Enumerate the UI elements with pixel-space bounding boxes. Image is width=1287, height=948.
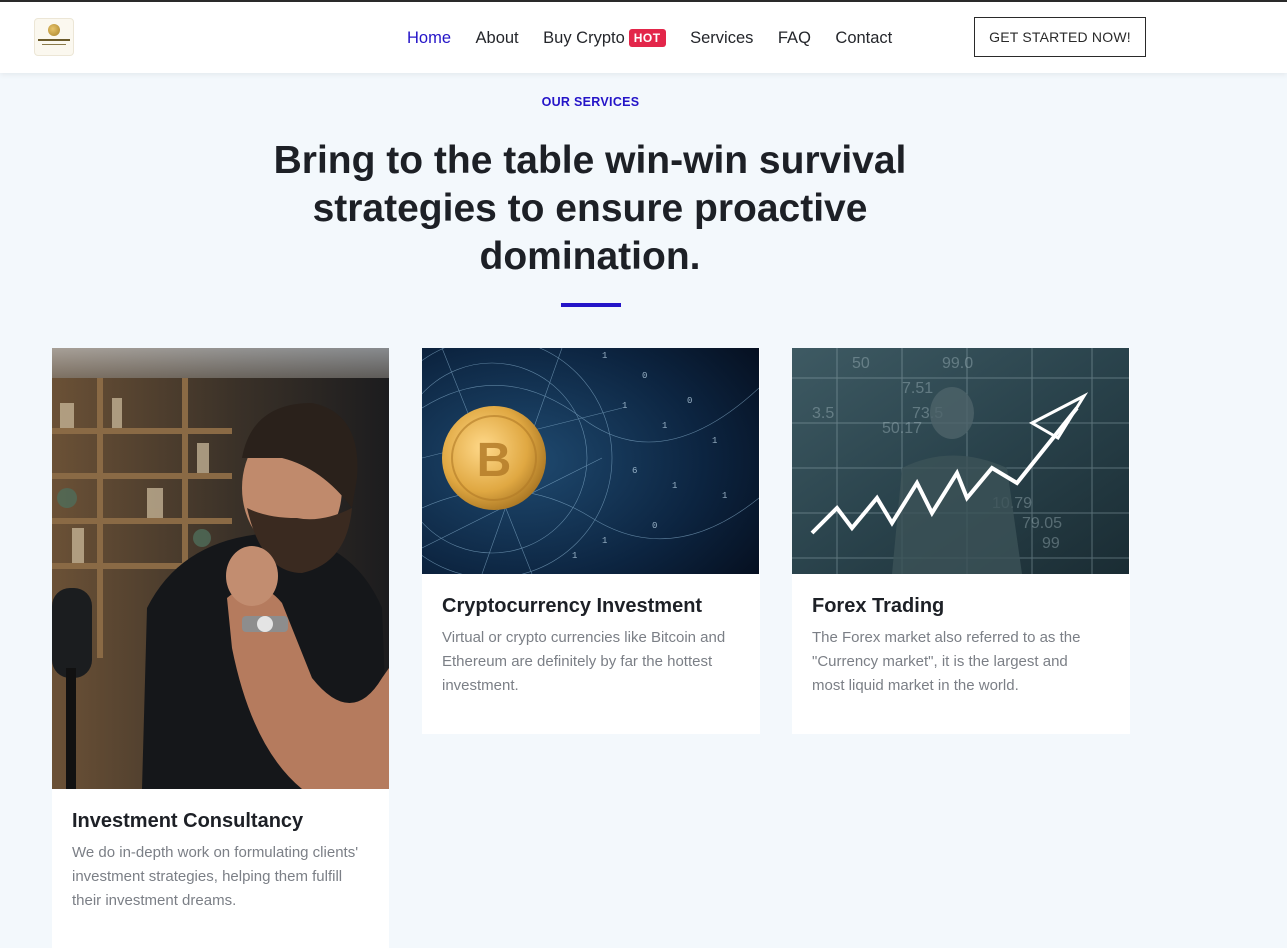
svg-text:1: 1 <box>602 351 607 361</box>
service-description: Virtual or crypto currencies like Bitcoi… <box>442 629 726 694</box>
svg-text:1: 1 <box>602 536 607 546</box>
svg-text:0: 0 <box>687 396 692 406</box>
nav-buy-crypto[interactable]: Buy Crypto HOT <box>543 29 666 48</box>
nav-services[interactable]: Services <box>690 29 753 48</box>
svg-text:1: 1 <box>712 436 717 446</box>
service-image-man <box>52 348 389 789</box>
service-description: The Forex market also referred to as the… <box>812 629 1081 694</box>
svg-text:99.0: 99.0 <box>942 355 973 372</box>
main-nav: Home About Buy Crypto HOT Services FAQ Co… <box>407 26 917 50</box>
svg-text:0: 0 <box>652 521 657 531</box>
logo-coin-icon <box>48 24 60 36</box>
site-header: Home About Buy Crypto HOT Services FAQ Co… <box>0 2 1287 73</box>
section-eyebrow: OUR SERVICES <box>541 95 640 109</box>
heading-divider <box>561 303 621 307</box>
svg-text:1: 1 <box>572 551 577 561</box>
svg-text:1: 1 <box>722 491 727 501</box>
svg-text:6: 6 <box>632 466 637 476</box>
svg-text:50.17: 50.17 <box>882 420 922 437</box>
svg-text:3.5: 3.5 <box>812 405 834 422</box>
svg-text:B: B <box>477 434 512 487</box>
svg-text:79.05: 79.05 <box>1022 515 1062 532</box>
service-title: Cryptocurrency Investment <box>442 595 703 617</box>
svg-text:50: 50 <box>852 355 870 372</box>
service-description: We do in-depth work on formulating clien… <box>72 844 359 909</box>
svg-text:99: 99 <box>1042 535 1060 552</box>
service-image-bitcoin: 101 101 611 011 B <box>422 348 759 574</box>
svg-text:1: 1 <box>672 481 677 491</box>
service-card-forex-trading[interactable]: 507.5199.0 3.573.550.17 10.7979.0599 For… <box>792 348 1130 734</box>
section-heading: Bring to the table win-win survival stra… <box>273 139 907 278</box>
hot-badge: HOT <box>628 29 666 47</box>
get-started-button[interactable]: GET STARTED NOW! <box>974 17 1146 57</box>
service-title: Investment Consultancy <box>72 810 304 832</box>
svg-text:1: 1 <box>622 401 627 411</box>
service-card-investment-consultancy[interactable]: Investment Consultancy We do in-depth wo… <box>52 348 389 948</box>
nav-faq[interactable]: FAQ <box>778 29 811 48</box>
site-logo[interactable] <box>34 18 74 56</box>
service-title: Forex Trading <box>812 595 945 617</box>
service-card-cryptocurrency-investment[interactable]: 101 101 611 011 B Cryptocurrency Investm… <box>422 348 760 734</box>
svg-text:1: 1 <box>662 421 667 431</box>
svg-text:0: 0 <box>642 371 647 381</box>
nav-home[interactable]: Home <box>407 29 451 48</box>
nav-about[interactable]: About <box>476 29 519 48</box>
svg-text:7.51: 7.51 <box>902 380 933 397</box>
nav-contact[interactable]: Contact <box>835 29 892 48</box>
service-image-forex: 507.5199.0 3.573.550.17 10.7979.0599 <box>792 348 1129 574</box>
